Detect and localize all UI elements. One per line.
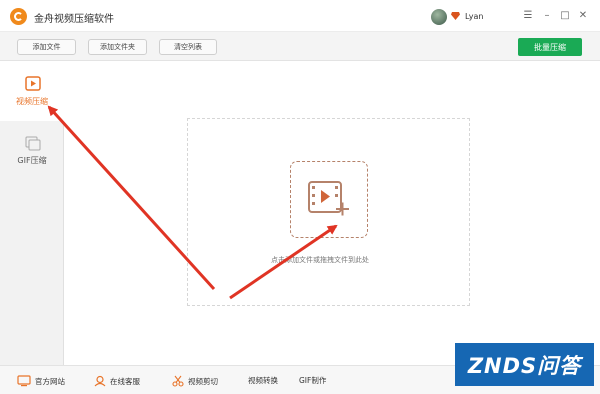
watermark: ZNDS问答 [455,343,594,386]
video-compress-icon [25,76,41,91]
watermark-text: ZNDS问答 [467,353,582,378]
drop-hint-text: 点击添加文件或拖拽文件到此处 [271,256,369,264]
batch-compress-button[interactable]: 批量压缩 [518,38,582,56]
scissors-icon [172,375,184,387]
website-link[interactable]: 官方网站 [17,375,65,387]
minimize-button[interactable]: – [541,10,553,22]
video-cut-link[interactable]: 视频剪切 [172,375,218,387]
sidebar: 视频压缩 GIF压缩 [0,61,64,365]
video-cut-label: 视频剪切 [188,376,218,386]
vip-diamond-icon [451,12,460,20]
sidebar-item-gif-compress[interactable]: GIF压缩 [0,121,64,181]
toolbar: 添加文件 添加文件夹 清空列表 批量压缩 [0,32,600,61]
app-logo-icon [10,8,27,25]
app-title: 金舟视频压缩软件 [34,14,114,25]
support-label: 在线客服 [110,376,140,386]
video-convert-label: 视频转换 [248,376,278,385]
sidebar-item-label: GIF压缩 [17,156,47,165]
title-bar: 金舟视频压缩软件 Lyan ☰ – □ ✕ [0,0,600,32]
clear-list-button[interactable]: 清空列表 [159,39,217,55]
website-label: 官方网站 [35,376,65,386]
maximize-button[interactable]: □ [559,10,571,22]
video-add-icon [308,181,349,216]
monitor-icon [17,375,31,387]
gif-make-link[interactable]: GIF制作 [299,375,326,386]
sidebar-item-label: 视频压缩 [16,97,48,106]
menu-icon[interactable]: ☰ [522,10,534,22]
customer-service-icon [94,375,106,387]
sidebar-item-video-compress[interactable]: 视频压缩 [0,61,64,121]
gif-make-label: GIF制作 [299,376,327,385]
gif-compress-icon [25,136,41,151]
video-convert-link[interactable]: 视频转换 [248,375,278,386]
add-video-button[interactable] [290,161,368,238]
add-file-button[interactable]: 添加文件 [17,39,76,55]
support-link[interactable]: 在线客服 [94,375,140,387]
avatar[interactable] [431,9,447,25]
username[interactable]: Lyan [465,12,483,21]
add-folder-button[interactable]: 添加文件夹 [88,39,147,55]
close-button[interactable]: ✕ [577,10,589,22]
